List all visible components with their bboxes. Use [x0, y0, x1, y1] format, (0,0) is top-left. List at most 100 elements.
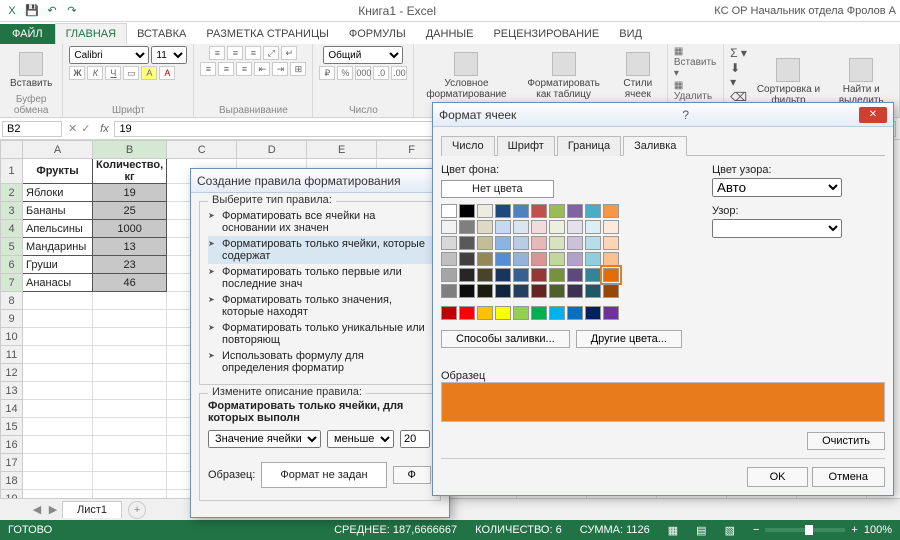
- color-swatch[interactable]: [477, 220, 493, 234]
- color-swatch[interactable]: [513, 252, 529, 266]
- row-header[interactable]: 2: [1, 184, 23, 202]
- cell[interactable]: [23, 454, 93, 472]
- paste-button[interactable]: Вставить: [6, 50, 56, 91]
- align-right-button[interactable]: ≡: [236, 62, 252, 76]
- underline-button[interactable]: Ч: [105, 66, 121, 80]
- insert-button[interactable]: ▦ Вставить ▾: [674, 46, 717, 79]
- fx-icon[interactable]: fx: [94, 123, 114, 135]
- color-swatch[interactable]: [441, 204, 457, 218]
- color-swatch[interactable]: [603, 284, 619, 298]
- col-header[interactable]: C: [167, 141, 237, 159]
- color-swatch[interactable]: [531, 252, 547, 266]
- color-swatch[interactable]: [585, 306, 601, 320]
- cell[interactable]: Количество, кг: [93, 159, 167, 184]
- color-swatch[interactable]: [549, 268, 565, 282]
- row-header[interactable]: 16: [1, 436, 23, 454]
- zoom-out-icon[interactable]: −: [753, 524, 759, 536]
- color-swatch[interactable]: [495, 252, 511, 266]
- color-swatch[interactable]: [495, 236, 511, 250]
- row-header[interactable]: 8: [1, 292, 23, 310]
- rule-type-item[interactable]: Использовать формулу для определения фор…: [208, 348, 432, 376]
- indent-dec-button[interactable]: ⇤: [254, 62, 270, 76]
- row-header[interactable]: 7: [1, 274, 23, 292]
- align-mid-button[interactable]: ≡: [227, 46, 243, 60]
- cancel-button[interactable]: Отмена: [812, 467, 885, 487]
- view-normal-icon[interactable]: ▦: [668, 524, 678, 537]
- color-swatch[interactable]: [549, 306, 565, 320]
- format-button[interactable]: Ф: [393, 466, 431, 484]
- row-header[interactable]: 14: [1, 400, 23, 418]
- color-swatch[interactable]: [477, 284, 493, 298]
- color-swatch[interactable]: [495, 204, 511, 218]
- theme-color-palette[interactable]: [441, 204, 682, 298]
- color-swatch[interactable]: [459, 306, 475, 320]
- color-swatch[interactable]: [441, 268, 457, 282]
- col-header[interactable]: B: [93, 141, 167, 159]
- ribbon-tab[interactable]: ГЛАВНАЯ: [55, 23, 127, 44]
- pattern-select[interactable]: [712, 219, 842, 238]
- color-swatch[interactable]: [477, 268, 493, 282]
- cell[interactable]: [23, 328, 93, 346]
- color-swatch[interactable]: [513, 268, 529, 282]
- cell[interactable]: [23, 292, 93, 310]
- italic-button[interactable]: К: [87, 66, 103, 80]
- find-select-button[interactable]: Найти и выделить: [829, 56, 893, 108]
- color-swatch[interactable]: [513, 306, 529, 320]
- cell[interactable]: Ананасы: [23, 274, 93, 292]
- zoom-control[interactable]: − + 100%: [753, 524, 892, 536]
- color-swatch[interactable]: [567, 220, 583, 234]
- color-swatch[interactable]: [531, 236, 547, 250]
- ok-button[interactable]: OK: [747, 467, 809, 487]
- zoom-in-icon[interactable]: +: [851, 524, 857, 536]
- color-swatch[interactable]: [459, 220, 475, 234]
- row-header[interactable]: 11: [1, 346, 23, 364]
- row-header[interactable]: 6: [1, 256, 23, 274]
- file-tab[interactable]: ФАЙЛ: [0, 24, 55, 44]
- col-header[interactable]: A: [23, 141, 93, 159]
- align-bot-button[interactable]: ≡: [245, 46, 261, 60]
- font-name-select[interactable]: Calibri: [69, 46, 149, 64]
- comma-button[interactable]: 000: [355, 66, 371, 80]
- ribbon-tab[interactable]: РЕЦЕНЗИРОВАНИЕ: [483, 24, 609, 44]
- color-swatch[interactable]: [549, 284, 565, 298]
- cell[interactable]: [23, 418, 93, 436]
- cell[interactable]: [23, 382, 93, 400]
- conditional-format-button[interactable]: Условное форматирование: [420, 50, 512, 102]
- color-swatch[interactable]: [513, 220, 529, 234]
- clear-button[interactable]: Очистить: [807, 432, 885, 450]
- row-header[interactable]: 15: [1, 418, 23, 436]
- color-swatch[interactable]: [513, 236, 529, 250]
- row-header[interactable]: 18: [1, 472, 23, 490]
- font-color-button[interactable]: A: [159, 66, 175, 80]
- cell[interactable]: [93, 346, 167, 364]
- color-swatch[interactable]: [477, 306, 493, 320]
- color-swatch[interactable]: [567, 306, 583, 320]
- align-center-button[interactable]: ≡: [218, 62, 234, 76]
- indent-inc-button[interactable]: ⇥: [272, 62, 288, 76]
- bold-button[interactable]: Ж: [69, 66, 85, 80]
- fill-color-button[interactable]: A: [141, 66, 157, 80]
- color-swatch[interactable]: [603, 252, 619, 266]
- cell[interactable]: Фрукты: [23, 159, 93, 184]
- border-button[interactable]: ▭: [123, 66, 139, 80]
- cell[interactable]: [23, 472, 93, 490]
- color-swatch[interactable]: [549, 220, 565, 234]
- cell[interactable]: [93, 292, 167, 310]
- color-swatch[interactable]: [585, 204, 601, 218]
- color-swatch[interactable]: [567, 236, 583, 250]
- cell[interactable]: [23, 436, 93, 454]
- cell[interactable]: Апельсины: [23, 220, 93, 238]
- color-swatch[interactable]: [549, 236, 565, 250]
- cell[interactable]: [93, 364, 167, 382]
- save-icon[interactable]: 💾: [24, 3, 40, 19]
- color-swatch[interactable]: [585, 252, 601, 266]
- number-format-select[interactable]: Общий: [323, 46, 403, 64]
- cancel-icon[interactable]: ✕: [68, 122, 77, 135]
- cell[interactable]: [93, 310, 167, 328]
- cell[interactable]: [93, 328, 167, 346]
- autosum-button[interactable]: Σ ▾: [730, 46, 747, 60]
- format-tab[interactable]: Шрифт: [497, 136, 555, 156]
- currency-button[interactable]: ₽: [319, 66, 335, 80]
- dialog-title-bar[interactable]: Создание правила форматирования: [191, 169, 449, 193]
- row-header[interactable]: 12: [1, 364, 23, 382]
